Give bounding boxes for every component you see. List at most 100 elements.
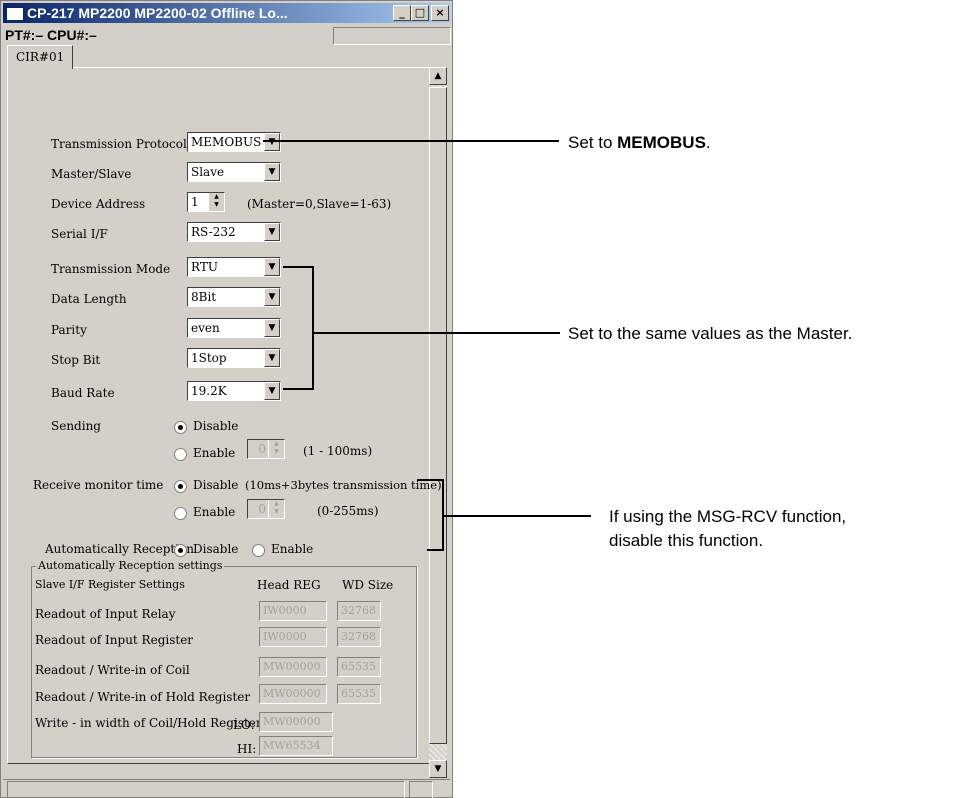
device-address-hint: (Master=0,Slave=1-63) (247, 197, 392, 211)
auto-reception-label: Automatically Reception (45, 542, 195, 556)
maximize-icon[interactable]: □ (411, 5, 429, 21)
sending-stepper[interactable]: 0 ▲ ▼ (247, 439, 285, 459)
wd-size-header: WD Size (342, 578, 394, 592)
device-address-stepper[interactable]: 1 ▲ ▼ (187, 192, 225, 212)
receive-disable-hint: (10ms+3bytes transmission time) (245, 478, 442, 492)
receive-enable-radio[interactable] (174, 507, 187, 520)
title-bar[interactable]: CP-217 MP2200 MP2200-02 Offline Lo... _ … (3, 3, 450, 23)
hi-field[interactable]: MW65534 (259, 736, 333, 756)
sending-enable-radio[interactable] (174, 448, 187, 461)
wd-size-field[interactable]: 32768 (337, 601, 381, 621)
chevron-down-icon[interactable]: ▼ (264, 163, 280, 181)
protocol-label: Transmission Protocol (51, 137, 187, 151)
stop-bit-label: Stop Bit (51, 353, 101, 367)
wd-size-field[interactable]: 65535 (337, 684, 381, 704)
hi-label: HI: (237, 742, 257, 756)
device-address-value: 1 (191, 195, 199, 209)
chevron-down-icon[interactable]: ▼ (264, 288, 280, 306)
slave-if-header: Slave I/F Register Settings (35, 578, 185, 591)
receive-label: Receive monitor time (33, 478, 164, 492)
spin-arrows-icon[interactable]: ▲ ▼ (268, 440, 284, 458)
scroll-thumb[interactable] (429, 87, 447, 744)
group-title: Automatically Reception settings (36, 559, 225, 572)
callout-line (312, 266, 314, 390)
callout-line (442, 515, 591, 517)
auto-disable-label: Disable (193, 542, 239, 556)
receive-value: 0 (258, 502, 266, 516)
sending-disable-radio[interactable] (174, 421, 187, 434)
callout-line (283, 388, 314, 390)
callout-line (263, 140, 559, 142)
master-slave-select[interactable]: Slave ▼ (187, 162, 281, 182)
row-label: Readout / Write-in of Hold Register (35, 690, 251, 704)
mode-value: RTU (191, 260, 218, 274)
chevron-down-icon[interactable]: ▼ (264, 382, 280, 400)
auto-enable-label: Enable (271, 542, 314, 556)
stop-bit-select[interactable]: 1Stop ▼ (187, 348, 281, 368)
sending-disable-label: Disable (193, 419, 239, 433)
chevron-down-icon[interactable]: ▼ (264, 133, 280, 151)
baud-label: Baud Rate (51, 386, 115, 400)
minimize-icon[interactable]: _ (393, 5, 411, 21)
head-reg-field[interactable]: IW0000 (259, 601, 327, 621)
master-slave-value: Slave (191, 165, 225, 179)
head-reg-field[interactable]: MW00000 (259, 684, 327, 704)
close-icon[interactable]: × (431, 5, 449, 21)
device-address-label: Device Address (51, 197, 146, 211)
wd-size-field[interactable]: 65535 (337, 657, 381, 677)
vertical-scrollbar[interactable]: ▲ ▼ (429, 67, 447, 778)
protocol-select[interactable]: MEMOBUS ▼ (187, 132, 281, 152)
data-length-value: 8Bit (191, 290, 217, 304)
baud-select[interactable]: 19.2K ▼ (187, 381, 281, 401)
parity-value: even (191, 321, 220, 335)
status-pane (409, 781, 433, 798)
callout-line (417, 479, 443, 481)
auto-enable-radio[interactable] (252, 544, 265, 557)
app-icon (6, 7, 24, 21)
lo-field[interactable]: MW00000 (259, 712, 333, 732)
sending-enable-label: Enable (193, 446, 236, 460)
annotation-msg-rcv-line1: If using the MSG-RCV function, (609, 507, 847, 526)
config-window: CP-217 MP2200 MP2200-02 Offline Lo... _ … (0, 0, 453, 798)
scroll-down-icon[interactable]: ▼ (429, 760, 447, 778)
master-slave-label: Master/Slave (51, 167, 132, 181)
chevron-down-icon[interactable]: ▼ (264, 349, 280, 367)
annotation-memobus: Set to MEMOBUS. (568, 131, 711, 155)
head-reg-header: Head REG (257, 578, 321, 592)
sending-label: Sending (51, 419, 101, 433)
row-label: Readout of Input Register (35, 633, 194, 647)
mode-label: Transmission Mode (51, 262, 171, 276)
annotation-msg-rcv-line2: disable this function. (609, 531, 764, 550)
head-reg-field[interactable]: MW00000 (259, 657, 327, 677)
row-label: Readout / Write-in of Coil (35, 663, 190, 677)
data-length-label: Data Length (51, 292, 127, 306)
sending-range: (1 - 100ms) (303, 444, 373, 458)
data-length-select[interactable]: 8Bit ▼ (187, 287, 281, 307)
row-label: Readout of Input Relay (35, 607, 176, 621)
tab-cir01[interactable]: CIR#01 (7, 45, 73, 69)
auto-disable-radio[interactable] (174, 544, 187, 557)
spin-arrows-icon[interactable]: ▲ ▼ (268, 500, 284, 518)
spin-arrows-icon[interactable]: ▲ ▼ (208, 193, 224, 211)
sending-value: 0 (258, 442, 266, 456)
head-reg-field[interactable]: IW0000 (259, 627, 327, 647)
receive-stepper[interactable]: 0 ▲ ▼ (247, 499, 285, 519)
parity-select[interactable]: even ▼ (187, 318, 281, 338)
scroll-up-icon[interactable]: ▲ (429, 67, 447, 85)
protocol-value: MEMOBUS (191, 135, 262, 149)
parity-label: Parity (51, 323, 87, 337)
window-title: CP-217 MP2200 MP2200-02 Offline Lo... (27, 5, 288, 21)
width-label: Write - in width of Coil/Hold Register (35, 716, 262, 730)
chevron-down-icon[interactable]: ▼ (264, 223, 280, 241)
receive-disable-label: Disable (193, 478, 239, 492)
status-field (333, 27, 451, 45)
serial-if-select[interactable]: RS-232 ▼ (187, 222, 281, 242)
wd-size-field[interactable]: 32768 (337, 627, 381, 647)
serial-if-value: RS-232 (191, 225, 236, 239)
annotation-text: . (705, 133, 711, 152)
chevron-down-icon[interactable]: ▼ (264, 319, 280, 337)
receive-disable-radio[interactable] (174, 480, 187, 493)
annotation-text: Set to (568, 133, 618, 152)
mode-select[interactable]: RTU ▼ (187, 257, 281, 277)
chevron-down-icon[interactable]: ▼ (264, 258, 280, 276)
